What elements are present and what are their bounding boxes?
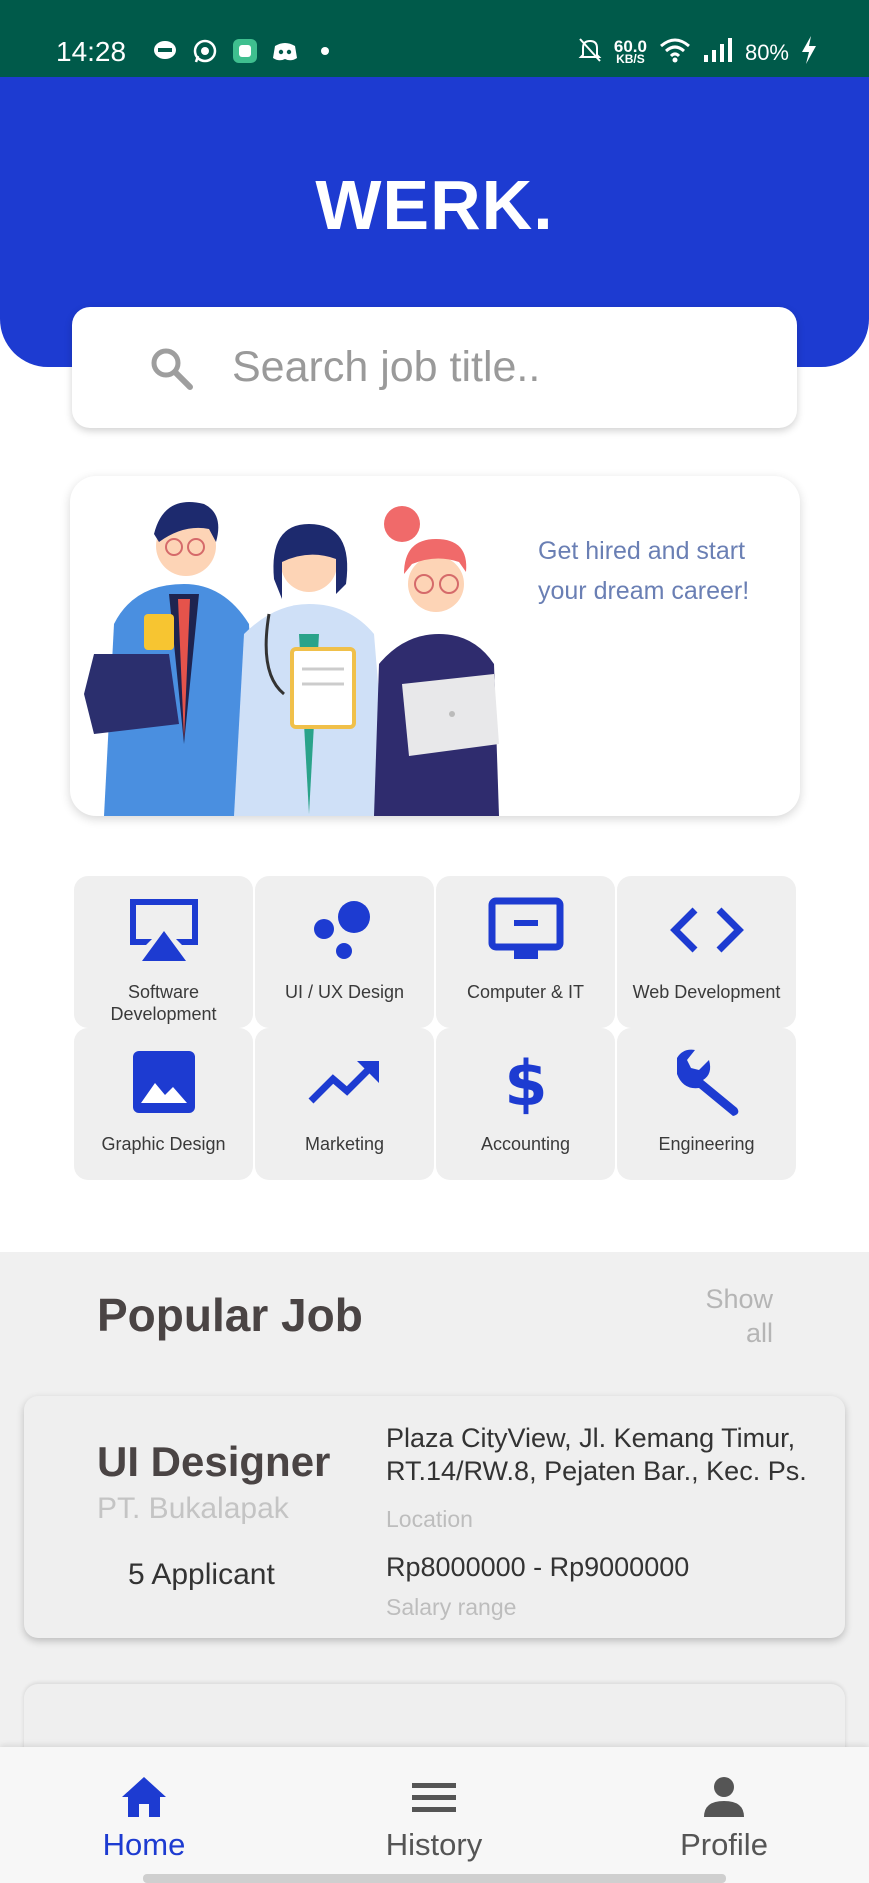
wifi-icon [659, 37, 691, 68]
promo-banner[interactable]: Get hired and start your dream career! [70, 476, 800, 816]
line-icon [152, 38, 178, 64]
monitor-icon [486, 890, 566, 970]
category-label: Marketing [304, 1134, 385, 1154]
location-label: Location [386, 1506, 473, 1532]
airplay-icon [124, 890, 204, 970]
status-time: 14:28 [56, 36, 127, 67]
category-label: Computer & IT [466, 982, 585, 1002]
net-speed-unit: KB/S [616, 51, 645, 66]
system-icons: 60.0 KB/S 80% [578, 36, 817, 69]
banner-tagline: Get hired and start your dream career! [538, 537, 750, 605]
category-engineering[interactable]: Engineering [617, 1028, 796, 1180]
nav-profile[interactable]: Profile [614, 1747, 834, 1883]
nav-label: History [385, 1827, 483, 1862]
code-icon [667, 890, 747, 970]
status-bar: 14:28 60.0 KB/S 80% [0, 0, 869, 77]
menu-icon [408, 1771, 460, 1823]
category-label: UI / UX Design [284, 982, 405, 1002]
app-icon [232, 38, 258, 64]
svg-text:$: $ [504, 1047, 547, 1117]
category-label: Graphic Design [101, 1134, 226, 1154]
section-title: Popular Job [97, 1289, 363, 1341]
whatsapp-icon [192, 38, 218, 64]
search-icon[interactable] [148, 345, 194, 391]
net-speed: 60.0 KB/S [613, 36, 647, 66]
category-label: Accounting [480, 1134, 571, 1154]
category-grid: Software Development UI / UX Design Comp… [73, 876, 797, 1180]
dollar-icon: $ [486, 1042, 566, 1122]
home-indicator[interactable] [143, 1874, 726, 1883]
category-marketing[interactable]: Marketing [255, 1028, 434, 1180]
salary-label: Salary range [386, 1594, 517, 1620]
job-company: PT. Bukalapak [97, 1492, 289, 1525]
notification-icons [152, 38, 338, 64]
image-icon [124, 1042, 204, 1122]
screen: 14:28 60.0 KB/S 80% WERK. Search job tit… [0, 0, 869, 1883]
bubble-chart-icon [305, 890, 385, 970]
category-label: Engineering [658, 1134, 755, 1154]
home-icon [118, 1771, 170, 1823]
bottom-nav: Home History Profile [0, 1747, 869, 1883]
trending-up-icon [305, 1042, 385, 1122]
category-graphic-design[interactable]: Graphic Design [74, 1028, 253, 1180]
category-label: Web Development [632, 982, 781, 1002]
category-accounting[interactable]: $ Accounting [436, 1028, 615, 1180]
net-speed-value: 60.0 [613, 36, 647, 56]
popular-section: Popular Job Show all UI Designer PT. Buk… [0, 1252, 869, 1764]
job-applicants: 5 Applicant [128, 1558, 275, 1591]
person-icon [698, 1771, 750, 1823]
discord-icon [272, 38, 298, 64]
signal-icon [703, 38, 733, 67]
show-all-link[interactable]: Show all [673, 1282, 773, 1350]
app-title: WERK. [315, 166, 554, 244]
category-label: Software Development [110, 982, 217, 1024]
nav-label: Home [102, 1827, 186, 1862]
nav-history[interactable]: History [324, 1747, 544, 1883]
search-input[interactable] [232, 329, 752, 405]
charging-icon [801, 36, 817, 69]
category-ui-ux-design[interactable]: UI / UX Design [255, 876, 434, 1028]
search-bar[interactable] [72, 307, 797, 428]
wrench-icon [667, 1042, 747, 1122]
category-web-development[interactable]: Web Development [617, 876, 796, 1028]
job-title: UI Designer [97, 1438, 331, 1485]
nav-home[interactable]: Home [34, 1747, 254, 1883]
category-software-development[interactable]: Software Development [74, 876, 253, 1028]
mute-bell-icon [578, 37, 602, 68]
category-computer-it[interactable]: Computer & IT [436, 876, 615, 1028]
nav-label: Profile [680, 1827, 768, 1862]
battery-level: 80% [744, 39, 789, 65]
job-salary: Rp8000000 - Rp9000000 [386, 1552, 690, 1582]
dot-icon [312, 38, 338, 64]
job-card[interactable]: UI Designer PT. Bukalapak 5 Applicant Pl… [24, 1396, 845, 1638]
job-location: Plaza CityView, Jl. Kemang Timur, RT.14/… [386, 1423, 807, 1490]
